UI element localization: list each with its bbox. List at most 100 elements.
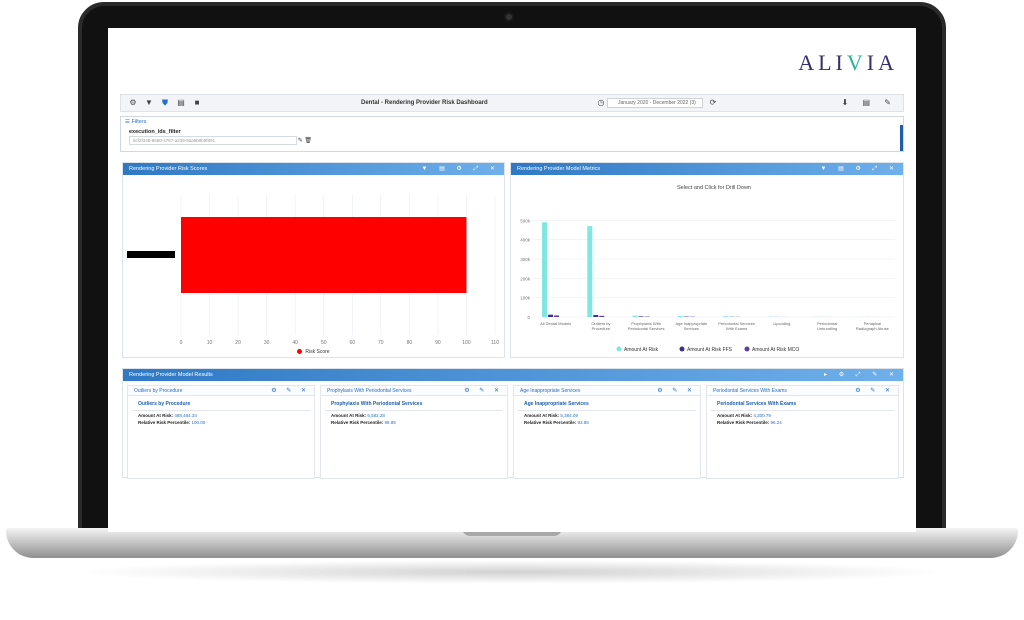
y-tick-label: 400k — [520, 238, 531, 243]
x-tick-label: 70 — [378, 340, 384, 346]
risk-label: Amount At Risk: — [138, 413, 174, 418]
gear-icon[interactable]: ⚙ — [127, 98, 139, 108]
filter-actions-icons[interactable]: ✎ 🗑 — [298, 137, 312, 145]
risk-value: 488,484.34 — [174, 413, 197, 418]
card-icons[interactable]: ⚙ ✎ ✕ — [657, 386, 696, 396]
card-icons[interactable]: ⚙ ✎ ✕ — [464, 386, 503, 396]
pct-value: 96.24 — [770, 420, 782, 425]
card-header-label: Periodontal Services With Exams — [713, 388, 787, 394]
y-tick-label: 200k — [520, 276, 531, 281]
legend-dot — [616, 346, 622, 352]
panel-title: Rendering Provider Model Metrics — [517, 166, 601, 172]
metric-bar[interactable] — [548, 314, 554, 317]
metric-bar[interactable] — [723, 316, 729, 317]
x-tick-label: 90 — [435, 340, 441, 346]
card-risk-row: Amount At Risk: 4,300.79 — [707, 411, 898, 418]
metric-bar[interactable] — [542, 222, 548, 317]
chart-title: Select and Click for Drill Down — [677, 185, 751, 191]
filter-value: 6cf2f348-8660-4767-a239-9aa6b8b9f891 — [133, 138, 216, 143]
toolbar-right-icons[interactable]: ⬇ ▤ ✎ — [842, 98, 897, 107]
shield-icon[interactable]: ⛊ — [159, 98, 171, 108]
card-pct-row: Relative Risk Percentile: 96.24 — [707, 418, 898, 425]
x-category-label: Upcoding — [773, 321, 790, 326]
card-icons[interactable]: ⚙ ✎ ✕ — [855, 386, 894, 396]
dashboard-title: Dental - Rendering Provider Risk Dashboa… — [361, 100, 488, 106]
card-pct-row: Relative Risk Percentile: 93.88 — [514, 418, 700, 425]
metric-bar[interactable] — [587, 226, 593, 317]
filter-input[interactable]: 6cf2f348-8660-4767-a239-9aa6b8b9f891 ✎ 🗑 — [129, 136, 312, 145]
x-category-label: Procedure — [592, 326, 611, 331]
risk-score-chart[interactable]: 0 10 20 30 40 50 60 70 80 90 100 110 — [123, 175, 504, 357]
x-tick-label: 60 — [349, 340, 355, 346]
risk-score-bar[interactable] — [181, 217, 467, 293]
card-outliers[interactable]: Outliers by Procedure ⚙ ✎ ✕ Outliers by P… — [127, 385, 315, 479]
legend-dot — [744, 346, 750, 352]
card-risk-row: Amount At Risk: 6,582.28 — [321, 411, 507, 418]
x-category-label: Periodontal Services — [628, 326, 665, 331]
filter-icon[interactable]: ▼ — [143, 98, 155, 108]
metric-bar[interactable] — [593, 315, 599, 317]
date-range-picker[interactable]: January 2020 - December 2022 (3) — [607, 98, 703, 108]
x-tick-label: 10 — [207, 340, 213, 346]
legend-label: Amount At Risk FFS — [687, 347, 733, 353]
panel-icons[interactable]: ▸ ⚙ ⤢ ✎ ✕ — [824, 369, 899, 381]
metric-bar[interactable] — [554, 315, 560, 317]
risk-value: 4,300.79 — [753, 413, 771, 418]
metric-bar[interactable] — [638, 316, 644, 317]
filters-header[interactable]: ☰ Filters — [121, 117, 903, 127]
x-tick-label: 110 — [491, 340, 499, 346]
refresh-icon[interactable]: ⟳ — [707, 98, 719, 108]
metric-bar[interactable] — [599, 315, 605, 317]
x-tick-label: 80 — [407, 340, 413, 346]
risk-value: 5,384.09 — [560, 413, 578, 418]
card-periodontal-exams[interactable]: Periodontal Services With Exams ⚙ ✎ ✕ Per… — [706, 385, 899, 479]
print-icon[interactable]: ▤ — [175, 98, 187, 108]
pct-value: 98.89 — [384, 420, 396, 425]
y-tick-label: 300k — [520, 257, 531, 262]
card-icons[interactable]: ⚙ ✎ ✕ — [271, 386, 310, 396]
laptop-mockup: ALIVIA ⚙ ▼ ⛊ ▤ ■ Dental - Rendering Prov… — [0, 0, 1024, 620]
filters-panel: ☰ Filters execution_ids_filter 6cf2f348-… — [120, 116, 904, 152]
model-metrics-panel: Rendering Provider Model Metrics ▼ ▤ ⚙ ⤢ … — [510, 162, 904, 358]
model-metrics-chart[interactable]: Select and Click for Drill Down 0 100k 200k… — [511, 175, 903, 357]
calendar-icon[interactable]: ◷ — [595, 98, 607, 108]
filter-label: execution_ids_filter — [129, 129, 181, 135]
y-tick-label: 0 — [527, 315, 530, 320]
panel-title: Rendering Provider Risk Scores — [129, 166, 208, 172]
legend-label: Amount At Risk MCO — [752, 347, 799, 353]
dashboard-toolbar: ⚙ ▼ ⛊ ▤ ■ Dental - Rendering Provider Ri… — [120, 94, 904, 112]
metric-bar[interactable] — [632, 315, 638, 317]
card-header: Prophylaxis With Periodontal Services ⚙ ✎… — [321, 386, 507, 396]
pct-label: Relative Risk Percentile: — [524, 420, 577, 425]
x-tick-label: 40 — [292, 340, 298, 346]
card-title: Periodontal Services With Exams — [711, 396, 894, 411]
metric-bar[interactable] — [677, 316, 683, 317]
pct-label: Relative Risk Percentile: — [717, 420, 770, 425]
risk-value: 6,582.28 — [367, 413, 385, 418]
x-tick-label: 30 — [264, 340, 270, 346]
risk-label: Amount At Risk: — [524, 413, 560, 418]
webcam-icon — [504, 12, 514, 22]
card-age-inappropriate[interactable]: Age Inappropriate Services ⚙ ✎ ✕ Age Inap… — [513, 385, 701, 479]
card-risk-row: Amount At Risk: 488,484.34 — [128, 411, 314, 418]
card-title: Prophylaxis With Periodontal Services — [325, 396, 503, 411]
x-tick-label: 50 — [321, 340, 327, 346]
card-header: Age Inappropriate Services ⚙ ✎ ✕ — [514, 386, 700, 396]
panel-header: Rendering Provider Model Results ▸ ⚙ ⤢ ✎ … — [123, 369, 903, 381]
y-tick-label: 500k — [520, 218, 531, 223]
x-tick-label: 20 — [235, 340, 241, 346]
x-category-label: Radiograph Abuse — [856, 326, 890, 331]
panel-title: Rendering Provider Model Results — [129, 372, 213, 378]
pct-label: Relative Risk Percentile: — [331, 420, 384, 425]
panel-icons[interactable]: ▼ ▤ ⚙ ⤢ ✕ — [422, 163, 500, 175]
panel-icons[interactable]: ▼ ▤ ⚙ ⤢ ✕ — [821, 163, 899, 175]
x-category-label: Unbundling — [817, 326, 837, 331]
screen: ALIVIA ⚙ ▼ ⛊ ▤ ■ Dental - Rendering Prov… — [108, 28, 916, 532]
card-pct-row: Relative Risk Percentile: 98.89 — [321, 418, 507, 425]
card-prophylaxis[interactable]: Prophylaxis With Periodontal Services ⚙ ✎… — [320, 385, 508, 479]
card-risk-row: Amount At Risk: 5,384.09 — [514, 411, 700, 418]
x-tick-label: 0 — [180, 340, 183, 346]
x-category-label: With Exams — [726, 326, 747, 331]
pct-value: 93.88 — [577, 420, 589, 425]
monitor-icon[interactable]: ■ — [191, 98, 203, 108]
